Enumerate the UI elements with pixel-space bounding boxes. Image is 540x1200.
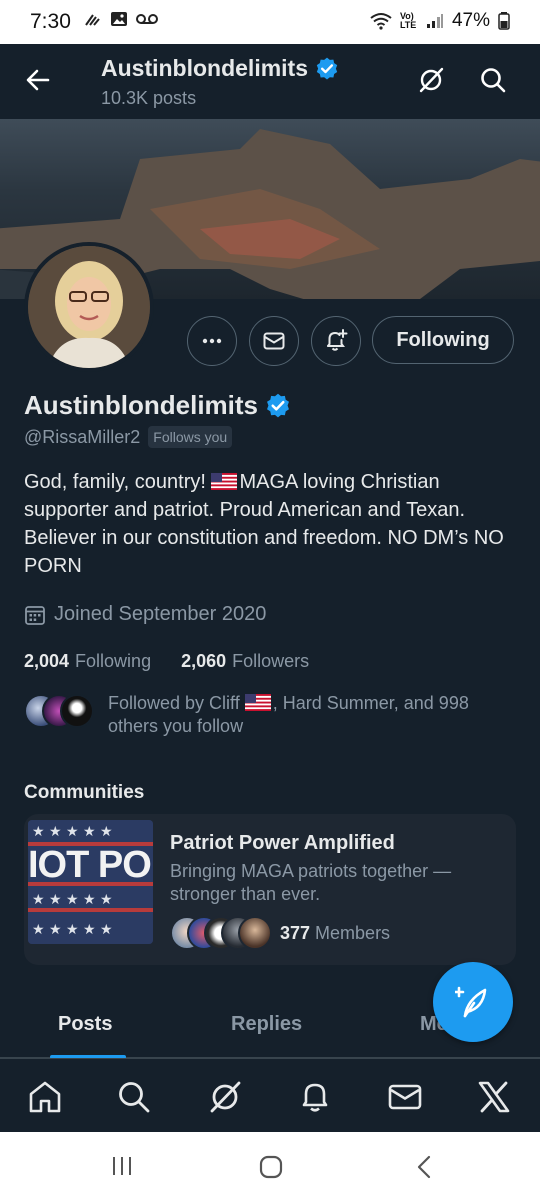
compose-button[interactable] <box>433 962 513 1042</box>
tab-replies[interactable]: Replies <box>231 1013 302 1036</box>
bell-plus-icon <box>327 329 348 351</box>
wifi-calling-icon <box>85 14 100 26</box>
followed-by-avatars <box>24 694 94 728</box>
members-count: 377 <box>280 922 311 943</box>
header-name: Austinblondelimits <box>101 55 308 81</box>
header-title: Austinblondelimits <box>101 55 340 82</box>
followers-count-link[interactable]: 2,060 Followers <box>181 651 309 672</box>
community-card[interactable]: ★ ★ ★ ★ ★ ★ ★ ★ ★ ★ ★ ★ ★ ★ ★ IOT PO Pat… <box>24 814 516 965</box>
notify-button[interactable] <box>311 316 361 366</box>
home-icon[interactable] <box>27 1079 63 1115</box>
follower-avatar <box>60 694 94 728</box>
followed-by-prefix: Followed by Cliff <box>108 693 245 713</box>
profile-handle: @RissaMiller2 <box>24 426 141 447</box>
avatar-photo <box>28 246 150 368</box>
bottom-navigation <box>0 1058 540 1132</box>
bio-rest: supporter and patriot. Proud American an… <box>24 499 504 577</box>
search-icon[interactable] <box>479 66 507 94</box>
followers-count: 2,060 <box>181 651 227 671</box>
header-post-count: 10.3K posts <box>101 88 197 108</box>
profile-display-name: Austinblondelimits <box>24 390 258 420</box>
bio-line1-suffix: MAGA loving Christian <box>239 471 440 493</box>
battery-icon <box>498 12 510 30</box>
recent-apps-icon[interactable] <box>110 1154 134 1178</box>
more-icon <box>202 338 222 344</box>
handle-row: @RissaMiller2 Follows you <box>24 426 233 448</box>
profile-bio: God, family, country! MAGA loving Christ… <box>24 468 519 580</box>
svg-text:★ ★ ★ ★ ★: ★ ★ ★ ★ ★ <box>32 922 113 938</box>
following-count-link[interactable]: 2,004 Following <box>24 651 151 672</box>
joined-date: Joined September 2020 <box>24 603 266 626</box>
envelope-icon <box>263 332 285 350</box>
community-image: ★ ★ ★ ★ ★ ★ ★ ★ ★ ★ ★ ★ ★ ★ ★ IOT PO <box>28 820 153 944</box>
arrow-left-icon[interactable] <box>24 66 52 94</box>
followers-label: Followers <box>232 651 310 671</box>
grok-icon[interactable] <box>417 66 445 94</box>
battery-percent: 47% <box>451 10 490 31</box>
status-right-icons: Vo) LTE 47% <box>370 10 510 32</box>
grok-icon[interactable] <box>207 1079 243 1115</box>
community-image-text: IOT PO <box>28 844 152 886</box>
svg-text:★ ★ ★ ★ ★: ★ ★ ★ ★ ★ <box>32 824 113 840</box>
bio-line1-prefix: God, family, country! <box>24 471 212 493</box>
home-button-icon[interactable] <box>258 1154 284 1180</box>
system-navigation-bar <box>0 1132 540 1200</box>
community-members: 377 Members <box>170 916 390 950</box>
members-label: Members <box>315 922 391 943</box>
member-avatar <box>238 916 272 950</box>
profile-avatar[interactable] <box>24 242 154 372</box>
followed-by-text: Followed by Cliff , Hard Summer, and 998… <box>108 692 508 738</box>
more-button[interactable] <box>187 316 237 366</box>
profile-screen: Austinblondelimits 10.3K posts Following… <box>0 44 540 1132</box>
profile-name: Austinblondelimits <box>24 390 292 421</box>
tab-posts[interactable]: Posts <box>58 1013 112 1036</box>
status-bar: 7:30 Vo) LTE 47% <box>0 0 540 44</box>
gallery-icon <box>111 12 127 26</box>
community-title: Patriot Power Amplified <box>170 832 395 854</box>
svg-text:★ ★ ★ ★ ★: ★ ★ ★ ★ ★ <box>32 892 113 908</box>
verified-badge-icon <box>316 57 338 80</box>
us-flag-icon <box>244 694 271 711</box>
calendar-icon <box>25 605 45 625</box>
joined-text: Joined September 2020 <box>54 603 267 625</box>
follow-counts: 2,004 Following 2,060 Followers <box>24 651 309 672</box>
back-nav-icon[interactable] <box>414 1154 434 1180</box>
us-flag-icon <box>211 473 238 490</box>
following-label: Following <box>75 651 152 671</box>
status-time: 7:30 <box>30 10 71 33</box>
community-member-avatars <box>170 916 272 950</box>
signal-icon <box>426 14 443 28</box>
lte-indicator: Vo) LTE <box>399 11 417 30</box>
envelope-icon[interactable] <box>387 1079 423 1115</box>
search-icon[interactable] <box>116 1079 152 1115</box>
verified-badge-icon[interactable] <box>264 392 292 420</box>
x-logo-icon[interactable] <box>476 1079 512 1115</box>
bell-icon[interactable] <box>297 1079 333 1115</box>
message-button[interactable] <box>249 316 299 366</box>
voicemail-icon <box>136 14 158 24</box>
following-count: 2,004 <box>24 651 70 671</box>
community-description: Bringing MAGA patriots together — strong… <box>170 861 452 904</box>
status-left-icons <box>84 11 158 27</box>
follows-you-badge: Follows you <box>148 426 233 448</box>
wifi-icon <box>370 13 392 30</box>
communities-heading: Communities <box>24 782 145 803</box>
following-button[interactable]: Following <box>372 316 514 364</box>
top-header: Austinblondelimits 10.3K posts <box>0 44 540 119</box>
compose-icon <box>455 986 487 1018</box>
